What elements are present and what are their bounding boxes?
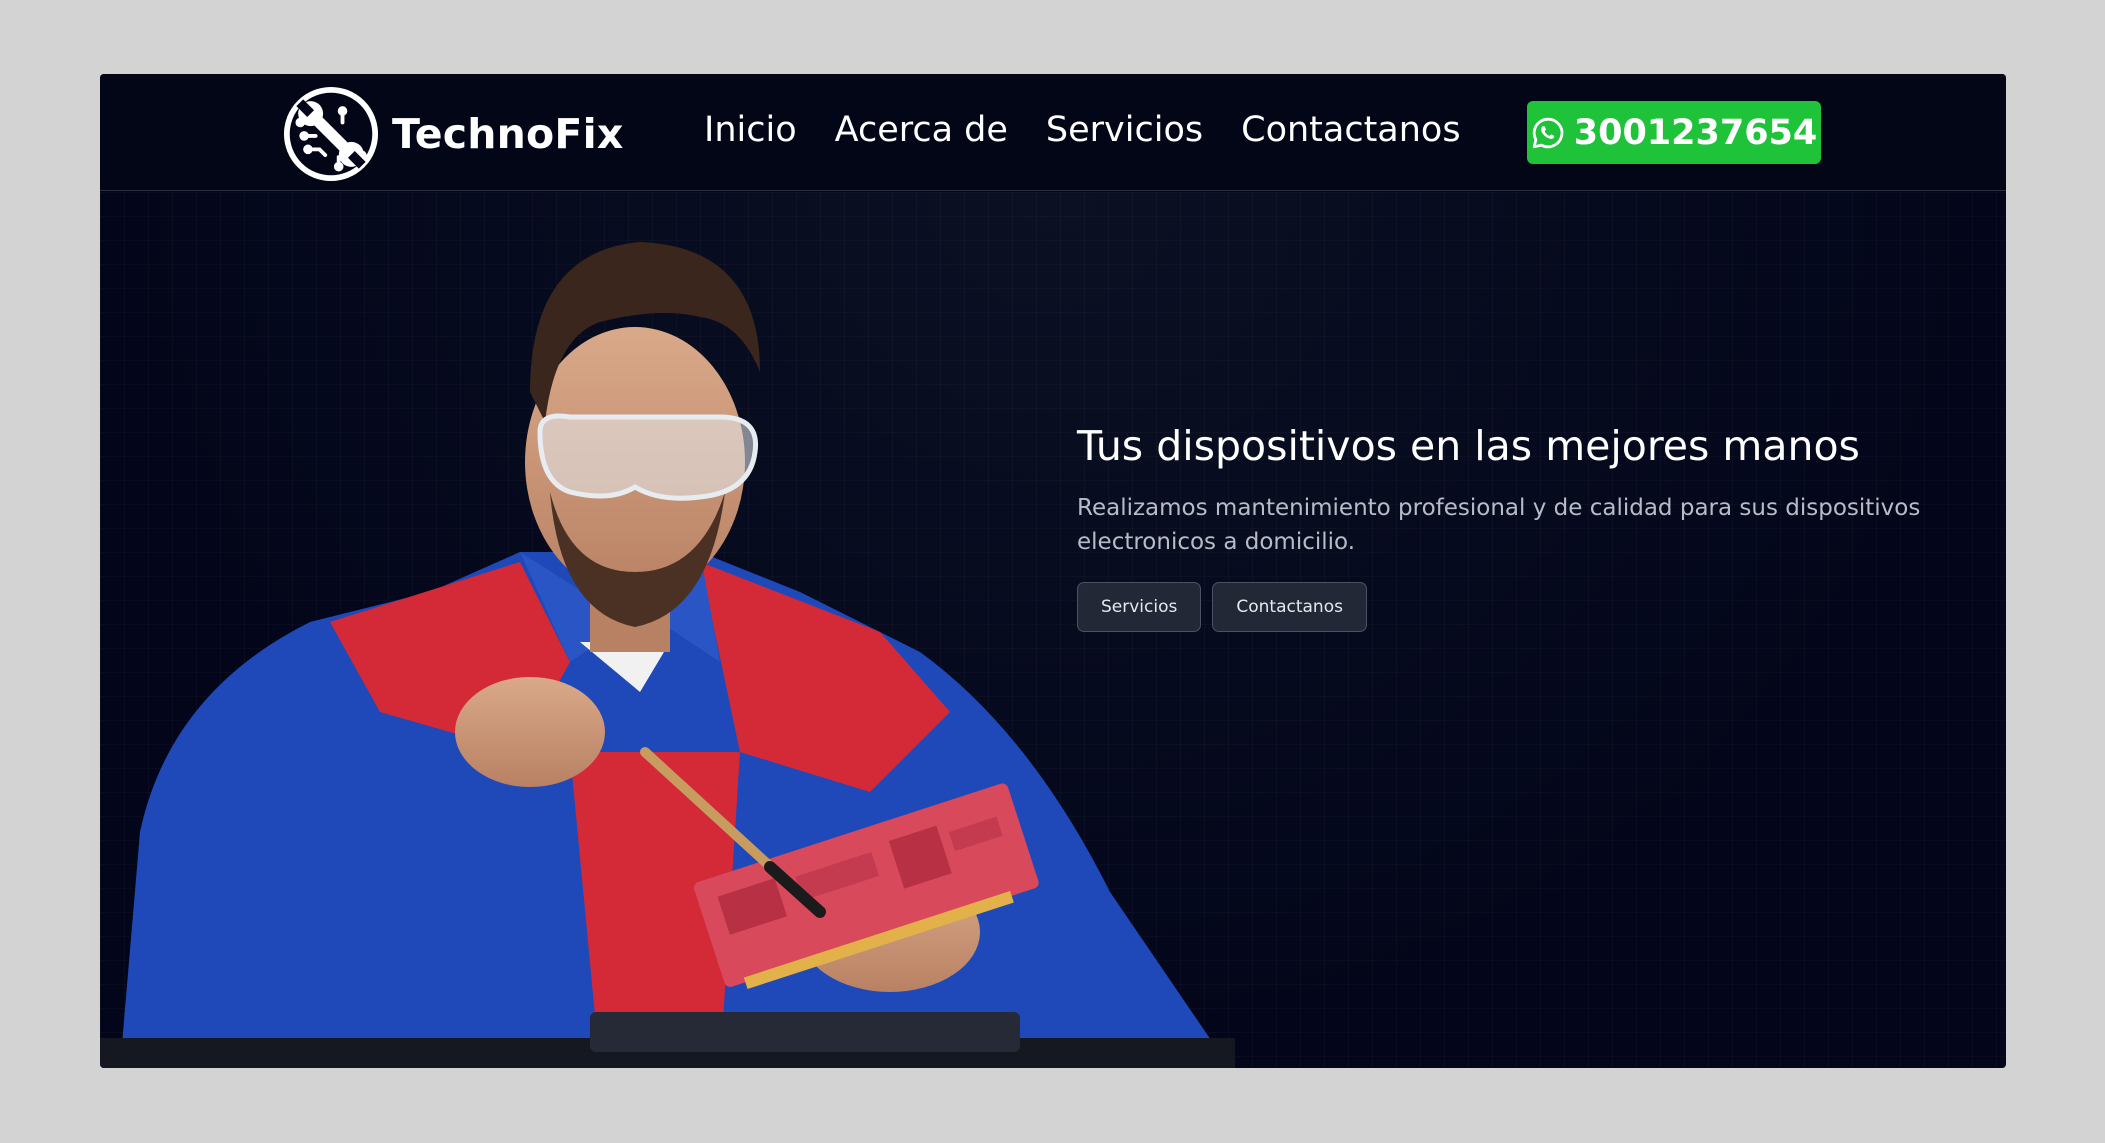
whatsapp-button[interactable]: 3001237654: [1527, 101, 1821, 164]
hero-content: Tus dispositivos en las mejores manos Re…: [1077, 422, 1987, 633]
nav-link-servicios[interactable]: Servicios: [1046, 110, 1203, 150]
hero-description: Realizamos mantenimiento profesional y d…: [1077, 495, 1921, 556]
nav-link-contactanos[interactable]: Contactanos: [1241, 110, 1460, 150]
nav-link-acerca-de[interactable]: Acerca de: [835, 110, 1008, 150]
hero-title: Tus dispositivos en las mejores manos: [1077, 422, 1860, 470]
browser-viewport: TechnoFix Inicio Acerca de Servicios Con…: [100, 74, 2006, 1068]
hero-buttons: Servicios Contactanos: [1077, 582, 1987, 633]
hero-section: Tus dispositivos en las mejores manos Re…: [100, 192, 2006, 1068]
nav-link-inicio[interactable]: Inicio: [704, 110, 797, 150]
contactanos-button[interactable]: Contactanos: [1212, 582, 1367, 633]
technician-repairing-circuit-board-image: [100, 242, 1235, 1068]
whatsapp-number: 3001237654: [1573, 112, 1818, 153]
nav-links: Inicio Acerca de Servicios Contactanos: [704, 110, 1461, 150]
whatsapp-icon: [1532, 117, 1564, 148]
servicios-button[interactable]: Servicios: [1077, 582, 1202, 633]
brand-name: TechnoFix: [392, 110, 624, 158]
brand[interactable]: TechnoFix: [283, 86, 623, 182]
navbar: TechnoFix Inicio Acerca de Servicios Con…: [100, 74, 2006, 191]
wrench-circuit-logo-icon: [283, 86, 379, 182]
